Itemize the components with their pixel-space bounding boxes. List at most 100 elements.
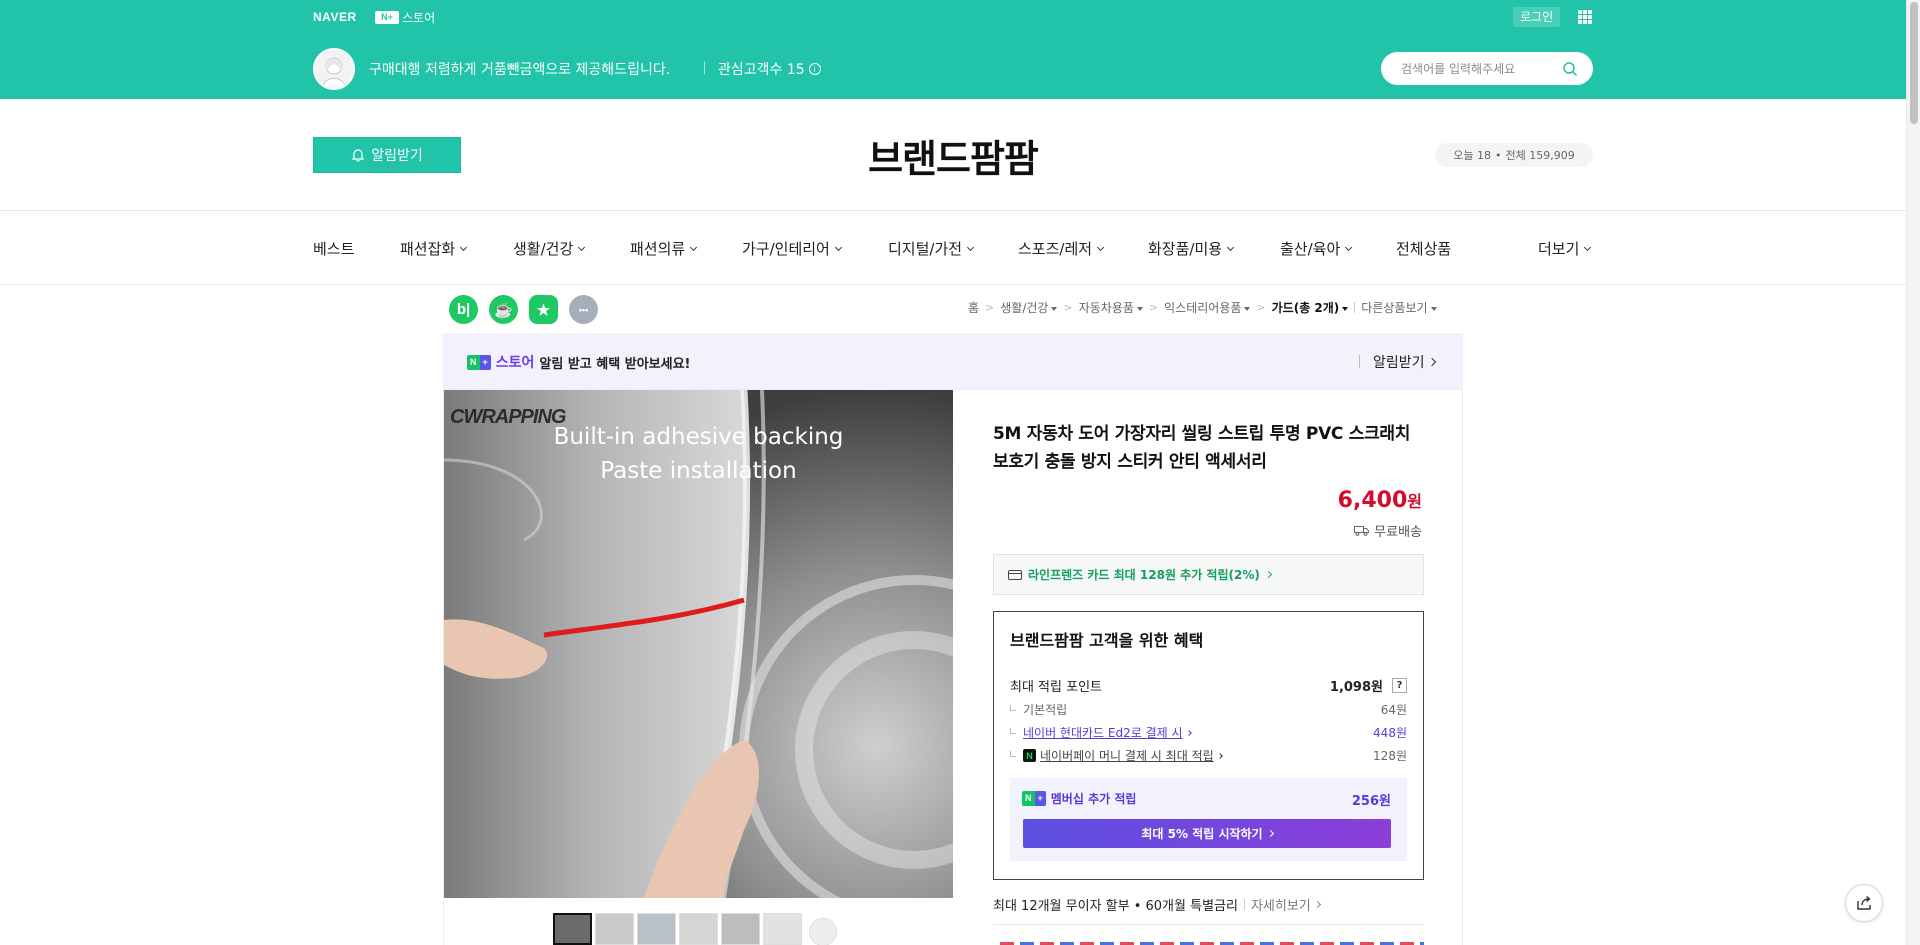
membership-start-label: 최대 5% 적립 시작하기 [1141, 827, 1263, 841]
blog-share-icon[interactable]: b| [449, 295, 478, 324]
nav-item-label: 출산/육아 [1280, 240, 1341, 258]
divider [993, 924, 1424, 925]
interest-count-label: 관심고객수 15 [718, 62, 805, 78]
breadcrumb-living-health[interactable]: 생활/건강 [1000, 299, 1058, 316]
breadcrumb-exterior[interactable]: 익스테리어용품 [1164, 299, 1251, 316]
installment-more-label: 자세히보기 [1250, 899, 1311, 914]
npay-points-row: N 네이버페이 머니 결제 시 최대 적립 128원 [1010, 747, 1407, 764]
dot-separator: • [1495, 148, 1502, 162]
apps-grid-icon[interactable] [1578, 10, 1592, 24]
login-button[interactable]: 로그인 [1513, 7, 1561, 27]
info-icon[interactable]: i [808, 63, 821, 75]
nav-item-label: 더보기 [1538, 240, 1580, 258]
breadcrumb-label: 가드(총 2개) [1271, 301, 1340, 315]
chevron-right-icon [1185, 729, 1192, 736]
nav-item-baby[interactable]: 출산/육아 [1280, 238, 1353, 259]
breadcrumb-separator: > [1063, 301, 1073, 314]
nav-item-fashion-clothing[interactable]: 패션의류 [630, 238, 698, 259]
search-icon[interactable] [1562, 61, 1578, 77]
nav-item-living-health[interactable]: 생활/건강 [513, 238, 586, 259]
breadcrumb: 홈 > 생활/건강 > 자동차용품 > 익스테리어용품 > 가드(총 2개) 다… [968, 299, 1437, 316]
chevron-down-icon [967, 243, 975, 251]
chevron-right-icon [1264, 570, 1272, 579]
installment-more-link[interactable]: 자세히보기 [1250, 895, 1321, 914]
product-price: 6,400원 [1338, 488, 1422, 513]
nav-item-label: 패션의류 [630, 240, 686, 258]
nplus-notify-banner[interactable]: N + 스토어 알림 받고 혜택 받아보세요! 알림받기 [443, 333, 1463, 390]
nav-item-fashion-goods[interactable]: 패션잡화 [400, 238, 468, 259]
chevron-down-icon [690, 243, 698, 251]
more-share-icon[interactable]: ••• [569, 295, 598, 324]
banner-notify-button[interactable]: 알림받기 [1373, 352, 1436, 372]
product-thumbnail[interactable] [637, 913, 676, 945]
nav-item-label: 스포즈/레저 [1018, 240, 1093, 258]
nav-item-label: 전체상품 [1396, 240, 1452, 258]
nav-item-label: 디지털/가전 [888, 240, 963, 258]
nav-item-more[interactable]: 더보기 [1538, 238, 1592, 259]
nav-item-label: 베스트 [313, 240, 355, 258]
product-main-image[interactable]: CWRAPPING Built-in adhesive backing Past… [444, 390, 953, 898]
page-scrollbar[interactable] [1906, 0, 1920, 945]
chevron-down-icon [460, 243, 468, 251]
divider [704, 61, 705, 74]
divider [1243, 899, 1245, 910]
shipping-label: 무료배송 [1374, 525, 1422, 540]
breadcrumb-label: 자동차용품 [1078, 301, 1134, 315]
card-promo-banner[interactable]: 라인프렌즈 카드 최대 128원 추가 적립(2%) [993, 554, 1424, 595]
basic-points-value: 64원 [1380, 703, 1407, 717]
other-products-link[interactable]: 다른상품보기 [1361, 299, 1437, 316]
product-thumbnail[interactable] [553, 913, 592, 945]
other-products-label: 다른상품보기 [1361, 301, 1428, 315]
share-icon [1857, 895, 1871, 910]
breadcrumb-separator: > [1256, 301, 1266, 314]
naver-logo[interactable]: NAVER [313, 10, 357, 24]
nav-item-furniture[interactable]: 가구/인테리어 [742, 238, 842, 259]
membership-value: 256원 [1351, 794, 1391, 809]
nav-item-label: 패션잡화 [400, 240, 456, 258]
bookmark-share-icon[interactable]: ★ [529, 295, 558, 324]
share-button[interactable] [1845, 884, 1883, 922]
caret-down-icon [1051, 306, 1058, 311]
caret-down-icon [1342, 306, 1349, 311]
breadcrumb-car-goods[interactable]: 자동차용품 [1079, 299, 1143, 316]
card-points-link[interactable]: 네이버 현대카드 Ed2로 결제 시 [1023, 724, 1183, 741]
help-icon[interactable]: ? [1392, 678, 1407, 693]
nav-item-label: 생활/건강 [513, 240, 574, 258]
nav-item-all-products[interactable]: 전체상품 [1396, 238, 1451, 259]
breadcrumb-home[interactable]: 홈 [968, 299, 979, 316]
shipping-info: 무료배송 [1354, 521, 1422, 540]
product-thumbnail[interactable] [679, 913, 718, 945]
caret-down-icon [1136, 306, 1143, 311]
nav-item-best[interactable]: 베스트 [313, 238, 354, 259]
nplus-logo: N+ [467, 354, 491, 370]
breadcrumb-current[interactable]: 가드(총 2개) [1272, 299, 1349, 316]
max-points-label: 최대 적립 포인트 [1010, 680, 1102, 695]
thumbnail-next-button[interactable] [809, 918, 837, 945]
visitors-today: 오늘 18 [1453, 149, 1491, 162]
store-title[interactable]: 브랜드팜팜 [0, 128, 1906, 183]
breadcrumb-separator: > [1148, 301, 1159, 314]
nplus-store-link[interactable]: N+ 스토어 [375, 10, 435, 25]
store-description: 구매대행 저렴하게 거품뺀금액으로 제공해드립니다. [369, 62, 671, 78]
cafe-share-icon[interactable]: ☕ [489, 295, 518, 324]
nav-item-beauty[interactable]: 화장품/미용 [1148, 238, 1235, 259]
store-profile-avatar[interactable] [313, 48, 355, 90]
product-thumbnail[interactable] [595, 913, 634, 945]
nplus-logo: N+ [1022, 791, 1046, 806]
thumbnail-strip [553, 913, 802, 945]
chevron-right-icon [1216, 752, 1223, 759]
breadcrumb-label: 생활/건강 [1000, 301, 1049, 315]
nav-item-label: 화장품/미용 [1148, 240, 1223, 258]
scrollbar-thumb[interactable] [1910, 2, 1918, 124]
nav-item-digital[interactable]: 디지털/가전 [888, 238, 975, 259]
product-thumbnail[interactable] [721, 913, 760, 945]
price-unit: 원 [1407, 492, 1422, 511]
nav-item-sports[interactable]: 스포즈/레저 [1018, 238, 1105, 259]
product-section: CWRAPPING Built-in adhesive backing Past… [443, 390, 1463, 945]
membership-start-button[interactable]: 최대 5% 적립 시작하기 [1023, 819, 1391, 848]
product-thumbnail[interactable] [763, 913, 802, 945]
basic-points-label: 기본적립 [1023, 703, 1068, 717]
npay-points-link[interactable]: 네이버페이 머니 결제 시 최대 적립 [1040, 747, 1214, 764]
caret-down-icon [1430, 306, 1437, 311]
search-input[interactable] [1401, 52, 1561, 85]
